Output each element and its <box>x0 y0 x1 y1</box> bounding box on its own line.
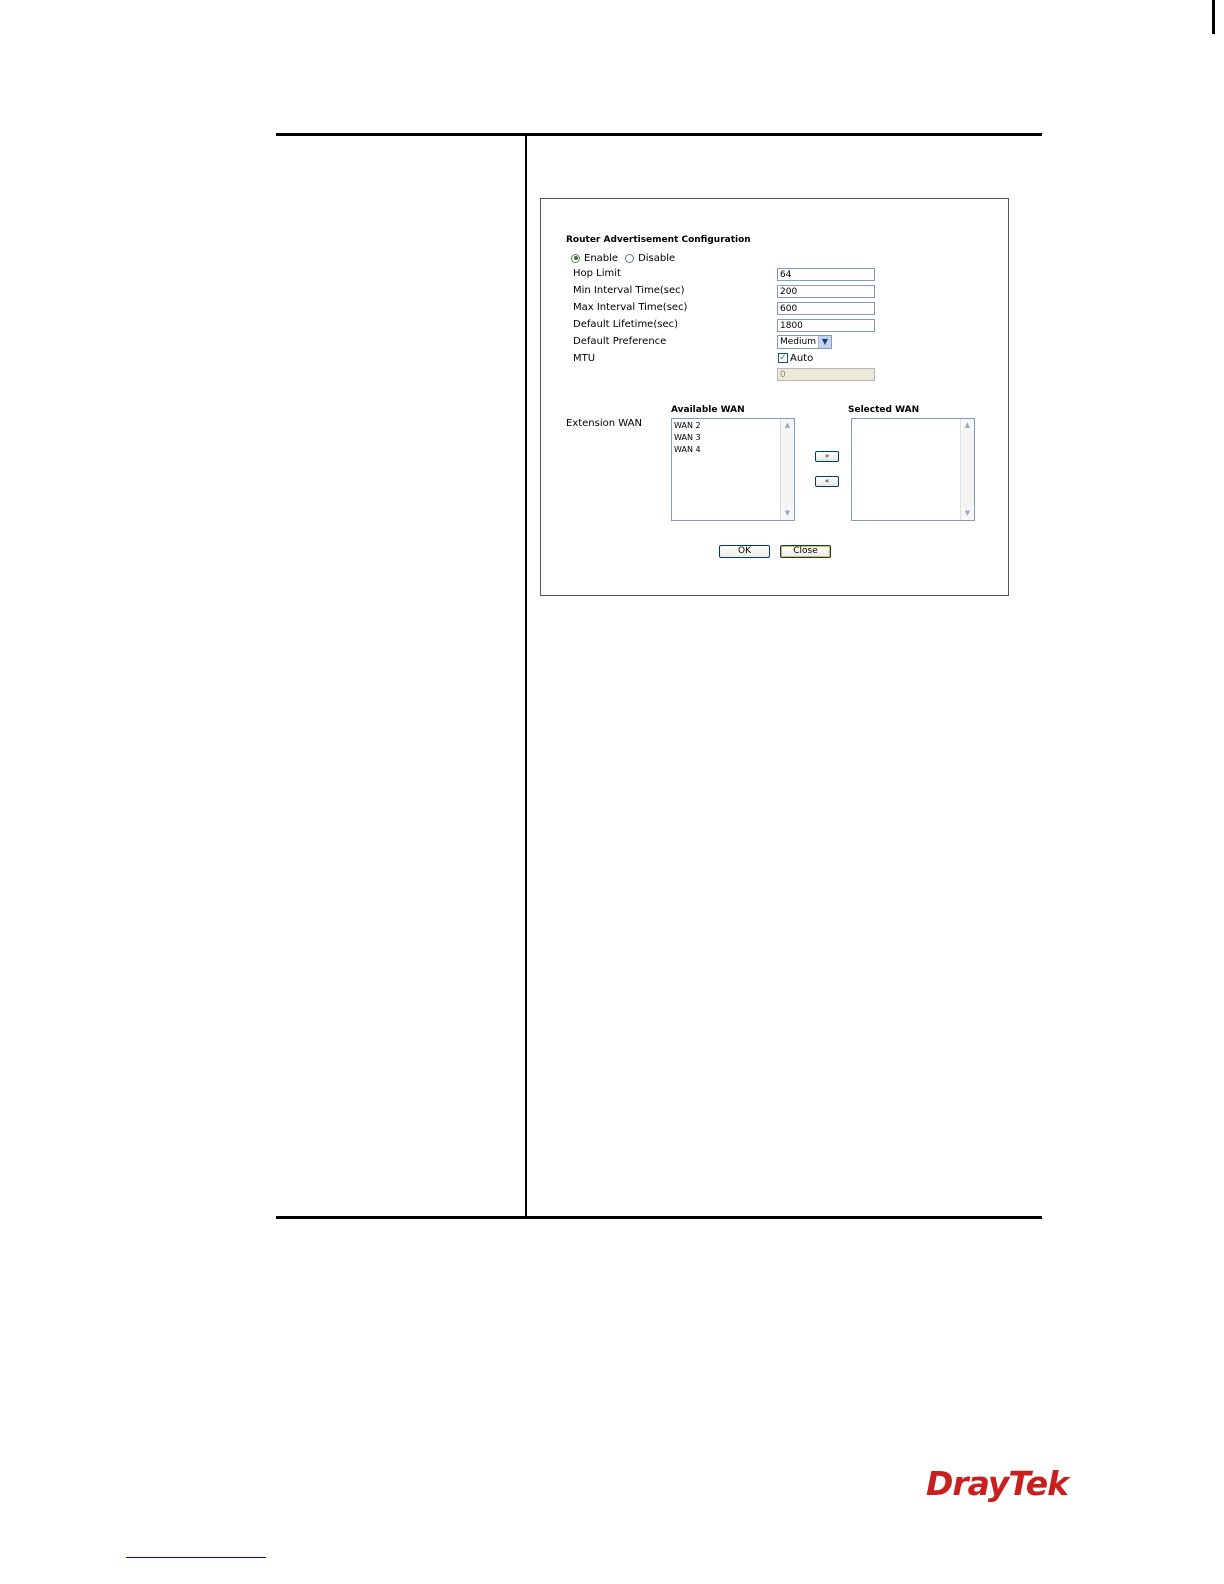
enable-radio[interactable] <box>571 253 580 263</box>
enable-radio-label[interactable]: Enable <box>584 253 618 264</box>
default-preference-label: Default Preference <box>573 336 667 347</box>
table-top-rule <box>276 133 1042 136</box>
draytek-logo: DrayTek <box>926 1464 1069 1503</box>
list-item[interactable]: WAN 3 <box>674 432 780 444</box>
selected-wan-header: Selected WAN <box>848 405 920 415</box>
chevron-down-icon[interactable]: ▼ <box>818 336 831 348</box>
remove-wan-button[interactable]: « <box>815 476 839 487</box>
min-interval-label: Min Interval Time(sec) <box>573 285 685 296</box>
footer-link-underline <box>126 1557 266 1558</box>
scroll-up-icon[interactable]: ▲ <box>781 419 794 432</box>
selected-wan-scrollbar[interactable]: ▲ ▼ <box>960 419 974 520</box>
default-lifetime-label: Default Lifetime(sec) <box>573 319 678 330</box>
available-wan-items: WAN 2 WAN 3 WAN 4 <box>673 420 780 456</box>
list-item[interactable]: WAN 2 <box>674 420 780 432</box>
mtu-auto-checkbox[interactable]: ✓ <box>778 353 788 363</box>
extension-wan-label: Extension WAN <box>566 418 642 429</box>
list-item[interactable]: WAN 4 <box>674 444 780 456</box>
default-preference-value: Medium <box>780 337 816 347</box>
hop-limit-label: Hop Limit <box>573 268 621 279</box>
scroll-down-icon[interactable]: ▼ <box>781 507 794 520</box>
status-radio-group: Enable Disable <box>571 251 682 265</box>
default-preference-select[interactable]: Medium ▼ <box>777 335 832 349</box>
ok-button[interactable]: OK <box>719 545 770 558</box>
min-interval-input[interactable] <box>777 285 875 298</box>
default-lifetime-input[interactable] <box>777 319 875 332</box>
selected-wan-list[interactable]: ▲ ▼ <box>851 418 975 521</box>
section-title: Router Advertisement Configuration <box>566 235 751 245</box>
mtu-auto-label[interactable]: Auto <box>790 353 813 364</box>
mtu-input <box>777 368 875 381</box>
router-advertisement-dialog: Router Advertisement Configuration Enabl… <box>540 198 1009 596</box>
close-button[interactable]: Close <box>780 545 831 558</box>
scroll-up-icon[interactable]: ▲ <box>961 419 974 432</box>
disable-radio-label[interactable]: Disable <box>638 253 675 264</box>
max-interval-label: Max Interval Time(sec) <box>573 302 688 313</box>
available-wan-list[interactable]: WAN 2 WAN 3 WAN 4 ▲ ▼ <box>671 418 795 521</box>
mtu-auto-row: ✓ Auto <box>778 352 813 364</box>
hop-limit-input[interactable] <box>777 268 875 281</box>
available-wan-header: Available WAN <box>671 405 745 415</box>
table-bottom-rule <box>276 1216 1042 1219</box>
table-column-divider <box>525 136 527 1216</box>
scroll-down-icon[interactable]: ▼ <box>961 507 974 520</box>
mtu-label: MTU <box>573 353 596 364</box>
max-interval-input[interactable] <box>777 302 875 315</box>
add-wan-button[interactable]: » <box>815 451 839 462</box>
available-wan-scrollbar[interactable]: ▲ ▼ <box>780 419 794 520</box>
disable-radio[interactable] <box>625 253 635 263</box>
page-edge-line <box>1212 0 1215 34</box>
